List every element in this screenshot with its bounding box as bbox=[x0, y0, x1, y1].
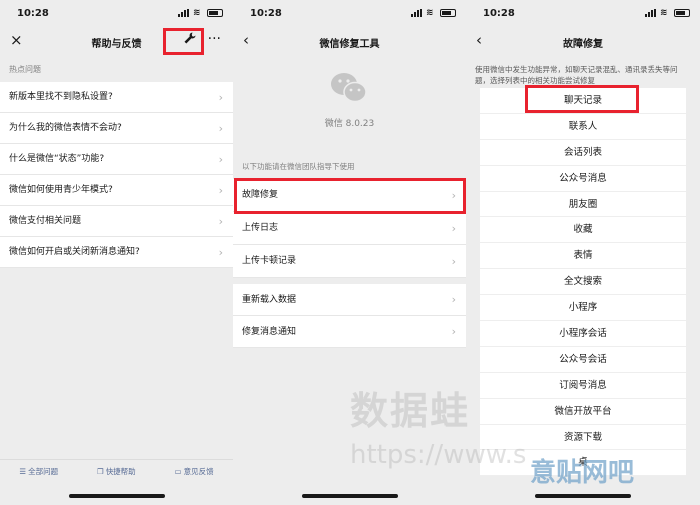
chevron-right-icon: › bbox=[218, 91, 223, 104]
faq-item[interactable]: 微信如何使用青少年模式? › bbox=[0, 175, 233, 206]
repair-official-messages[interactable]: 公众号消息 bbox=[480, 166, 686, 192]
bottom-bar: ☰ 全部问题 ❒ 快捷帮助 ▭ 意见反馈 bbox=[0, 459, 233, 483]
faq-list: 新版本里找不到隐私设置? › 为什么我的微信表情不会动? › 什么是微信“状态”功能… bbox=[0, 82, 233, 268]
faq-item[interactable]: 为什么我的微信表情不会动? › bbox=[0, 113, 233, 144]
repair-mini-program-chats[interactable]: 小程序会话 bbox=[480, 321, 686, 347]
wifi-icon: ≋ bbox=[660, 8, 668, 18]
status-icons: ≋ bbox=[645, 8, 690, 18]
status-time: 10:28 bbox=[250, 8, 282, 19]
repair-chat-history[interactable]: 聊天记录 bbox=[480, 88, 686, 114]
repair-contacts[interactable]: 联系人 bbox=[480, 114, 686, 140]
home-indicator bbox=[535, 494, 631, 498]
status-time: 10:28 bbox=[17, 8, 49, 19]
chevron-right-icon: › bbox=[451, 255, 456, 268]
battery-icon bbox=[207, 9, 223, 17]
feedback-button[interactable]: ▭ 意见反馈 bbox=[175, 466, 214, 477]
nav-bar: × 帮助与反馈 ··· bbox=[0, 28, 233, 54]
chevron-right-icon: › bbox=[218, 246, 223, 259]
chevron-right-icon: › bbox=[218, 215, 223, 228]
chevron-right-icon: › bbox=[451, 325, 456, 338]
wrench-icon[interactable] bbox=[183, 31, 197, 48]
data-options-list: 重新载入数据 › 修复消息通知 › bbox=[233, 284, 466, 348]
repair-subscription-messages[interactable]: 订阅号消息 bbox=[480, 373, 686, 399]
status-bar: 10:28 ≋ bbox=[466, 0, 700, 28]
faq-item[interactable]: 微信如何开启或关闭新消息通知? › bbox=[0, 237, 233, 268]
repair-favorites[interactable]: 收藏 bbox=[480, 217, 686, 244]
repair-moments[interactable]: 朋友圈 bbox=[480, 192, 686, 218]
repair-options-list: 故障修复 › 上传日志 › 上传卡顿记录 › bbox=[233, 179, 466, 278]
repair-chat-list[interactable]: 会话列表 bbox=[480, 140, 686, 166]
message-icon: ▭ bbox=[174, 467, 182, 476]
chevron-right-icon: › bbox=[451, 222, 456, 235]
all-questions-button[interactable]: ☰ 全部问题 bbox=[19, 466, 58, 477]
status-icons: ≋ bbox=[411, 8, 456, 18]
repair-fulltext-search[interactable]: 全文搜索 bbox=[480, 269, 686, 296]
faq-item[interactable]: 微信支付相关问题 › bbox=[0, 206, 233, 237]
chevron-right-icon: › bbox=[218, 122, 223, 135]
reload-data-item[interactable]: 重新载入数据 › bbox=[233, 284, 466, 316]
repair-open-platform[interactable]: 微信开放平台 bbox=[480, 399, 686, 425]
wechat-logo-icon bbox=[331, 73, 367, 103]
status-bar: 10:28 ≋ bbox=[0, 0, 233, 28]
chevron-right-icon: › bbox=[451, 293, 456, 306]
chevron-right-icon: › bbox=[451, 189, 456, 202]
section-label: 热点问题 bbox=[9, 65, 41, 74]
nav-bar: ‹ 微信修复工具 bbox=[233, 28, 466, 54]
repair-stickers[interactable]: 表情 bbox=[480, 243, 686, 270]
repair-notification-item[interactable]: 修复消息通知 › bbox=[233, 316, 466, 348]
help-feedback-screen: 10:28 ≋ × 帮助与反馈 ··· 热点问题 新版本里找不到隐私设置? › 为… bbox=[0, 0, 233, 505]
page-title: 微信修复工具 bbox=[319, 39, 380, 50]
faq-item[interactable]: 新版本里找不到隐私设置? › bbox=[0, 82, 233, 113]
status-bar: 10:28 ≋ bbox=[233, 0, 466, 28]
home-indicator bbox=[68, 494, 165, 498]
upload-lag-item[interactable]: 上传卡顿记录 › bbox=[233, 245, 466, 278]
app-version: 微信 8.0.23 bbox=[324, 119, 375, 129]
more-icon[interactable]: ··· bbox=[208, 31, 221, 47]
wifi-icon: ≋ bbox=[426, 8, 434, 18]
chevron-right-icon: › bbox=[218, 153, 223, 166]
repair-mini-programs[interactable]: 小程序 bbox=[480, 295, 686, 322]
fault-repair-item[interactable]: 故障修复 › bbox=[233, 179, 466, 212]
quick-help-button[interactable]: ❒ 快捷帮助 bbox=[97, 466, 136, 477]
battery-icon bbox=[674, 9, 690, 17]
faq-item[interactable]: 什么是微信“状态”功能? › bbox=[0, 144, 233, 175]
page-title: 帮助与反馈 bbox=[91, 39, 142, 50]
chevron-right-icon: › bbox=[218, 184, 223, 197]
watermark-brand: 数据蛙 bbox=[350, 389, 471, 433]
signal-icon bbox=[178, 9, 189, 17]
wifi-icon: ≋ bbox=[193, 8, 201, 18]
battery-icon bbox=[440, 9, 456, 17]
description-text: 使用微信中发生功能异常，如聊天记录混乱、通讯录丢失等问题，选择列表中的相关功能尝… bbox=[475, 65, 678, 85]
nav-bar: ‹ 故障修复 bbox=[466, 28, 700, 54]
page-title: 故障修复 bbox=[563, 39, 603, 50]
repair-official-chats[interactable]: 公众号会话 bbox=[480, 347, 686, 373]
home-indicator bbox=[301, 494, 398, 498]
watermark-url: https://www.s bbox=[350, 440, 527, 470]
upload-log-item[interactable]: 上传日志 › bbox=[233, 212, 466, 245]
section-hint: 以下功能请在微信团队指导下使用 bbox=[242, 162, 355, 171]
repair-category-list: 聊天记录 联系人 会话列表 公众号消息 朋友圈 收藏 表情 全文搜索 小程序 小… bbox=[480, 88, 686, 477]
signal-icon bbox=[411, 9, 422, 17]
fault-repair-screen: 10:28 ≋ ‹ 故障修复 使用微信中发生功能异常，如聊天记录混乱、通讯录丢失… bbox=[466, 0, 700, 505]
status-time: 10:28 bbox=[483, 8, 515, 19]
list-icon: ☰ bbox=[19, 467, 27, 476]
book-icon: ❒ bbox=[96, 467, 104, 476]
status-icons: ≋ bbox=[178, 8, 223, 18]
signal-icon bbox=[645, 9, 656, 17]
watermark-site: 意贴网吧 bbox=[530, 458, 635, 488]
